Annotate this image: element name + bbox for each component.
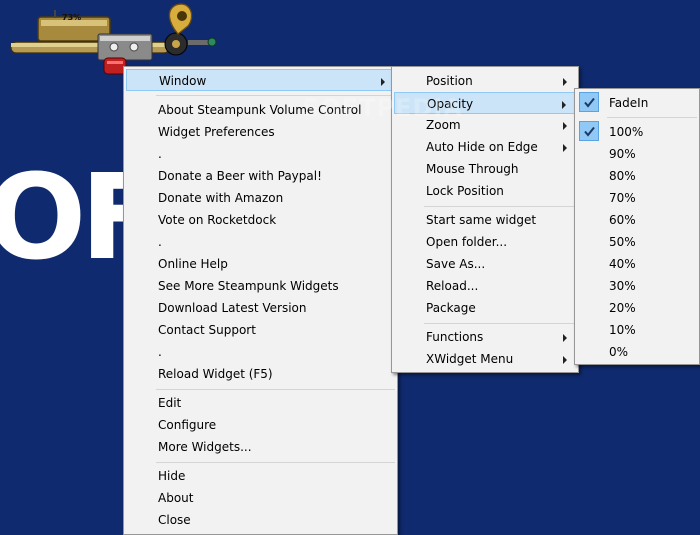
menu-item-online-help[interactable]: Online Help (126, 253, 395, 275)
opacity-item-80[interactable]: 80% (577, 165, 697, 187)
menu-item-dot[interactable]: . (126, 341, 395, 363)
submenu-arrow-icon (562, 101, 566, 109)
submenu-arrow-icon (381, 78, 385, 86)
menu-item-dot[interactable]: . (126, 143, 395, 165)
submenu-item-auto-hide[interactable]: Auto Hide on Edge (394, 136, 576, 158)
menu-item-donate-paypal[interactable]: Donate a Beer with Paypal! (126, 165, 395, 187)
menu-separator (424, 206, 576, 207)
submenu-arrow-icon (563, 122, 567, 130)
menu-item-download-latest[interactable]: Download Latest Version (126, 297, 395, 319)
opacity-item-10[interactable]: 10% (577, 319, 697, 341)
menu-item-contact-support[interactable]: Contact Support (126, 319, 395, 341)
menu-item-window[interactable]: Window (126, 69, 395, 91)
opacity-submenu: FadeIn 100% 90% 80% 70% 60% 50% 40% 30% … (574, 88, 700, 365)
opacity-item-fadein[interactable]: FadeIn (577, 92, 697, 114)
submenu-item-xwidget-menu[interactable]: XWidget Menu (394, 348, 576, 370)
menu-item-dot[interactable]: . (126, 231, 395, 253)
menu-item-edit[interactable]: Edit (126, 392, 395, 414)
menu-item-configure[interactable]: Configure (126, 414, 395, 436)
opacity-item-100[interactable]: 100% (577, 121, 697, 143)
submenu-item-functions[interactable]: Functions (394, 326, 576, 348)
menu-item-widget-preferences[interactable]: Widget Preferences (126, 121, 395, 143)
opacity-item-90[interactable]: 90% (577, 143, 697, 165)
submenu-item-position[interactable]: Position (394, 70, 576, 92)
opacity-item-50[interactable]: 50% (577, 231, 697, 253)
submenu-item-zoom[interactable]: Zoom (394, 114, 576, 136)
menu-item-about[interactable]: About (126, 487, 395, 509)
menu-item-see-more-widgets[interactable]: See More Steampunk Widgets (126, 275, 395, 297)
menu-item-more-widgets[interactable]: More Widgets... (126, 436, 395, 458)
checkmark-icon (579, 121, 599, 141)
submenu-item-start-same-widget[interactable]: Start same widget (394, 209, 576, 231)
menu-separator (156, 462, 395, 463)
submenu-item-open-folder[interactable]: Open folder... (394, 231, 576, 253)
submenu-arrow-icon (563, 334, 567, 342)
submenu-arrow-icon (563, 144, 567, 152)
submenu-item-save-as[interactable]: Save As... (394, 253, 576, 275)
menu-item-donate-amazon[interactable]: Donate with Amazon (126, 187, 395, 209)
opacity-item-0[interactable]: 0% (577, 341, 697, 363)
submenu-arrow-icon (563, 78, 567, 86)
checkmark-icon (579, 92, 599, 112)
widget-context-menu: Window About Steampunk Volume Control Wi… (123, 66, 398, 535)
menu-item-close[interactable]: Close (126, 509, 395, 531)
submenu-item-lock-position[interactable]: Lock Position (394, 180, 576, 202)
menu-separator (156, 95, 395, 96)
opacity-item-70[interactable]: 70% (577, 187, 697, 209)
submenu-item-opacity[interactable]: Opacity (394, 92, 576, 114)
opacity-item-30[interactable]: 30% (577, 275, 697, 297)
volume-percent-label: 73% (62, 13, 82, 22)
opacity-item-60[interactable]: 60% (577, 209, 697, 231)
opacity-item-20[interactable]: 20% (577, 297, 697, 319)
menu-item-vote-rocketdock[interactable]: Vote on Rocketdock (126, 209, 395, 231)
submenu-item-reload[interactable]: Reload... (394, 275, 576, 297)
menu-separator (607, 117, 697, 118)
menu-item-hide[interactable]: Hide (126, 465, 395, 487)
menu-item-about-steampunk[interactable]: About Steampunk Volume Control (126, 99, 395, 121)
submenu-item-mouse-through[interactable]: Mouse Through (394, 158, 576, 180)
window-submenu: Position Opacity Zoom Auto Hide on Edge … (391, 66, 579, 373)
submenu-arrow-icon (563, 356, 567, 364)
opacity-item-40[interactable]: 40% (577, 253, 697, 275)
menu-item-reload-widget[interactable]: Reload Widget (F5) (126, 363, 395, 385)
menu-separator (424, 323, 576, 324)
menu-separator (156, 389, 395, 390)
submenu-item-package[interactable]: Package (394, 297, 576, 319)
